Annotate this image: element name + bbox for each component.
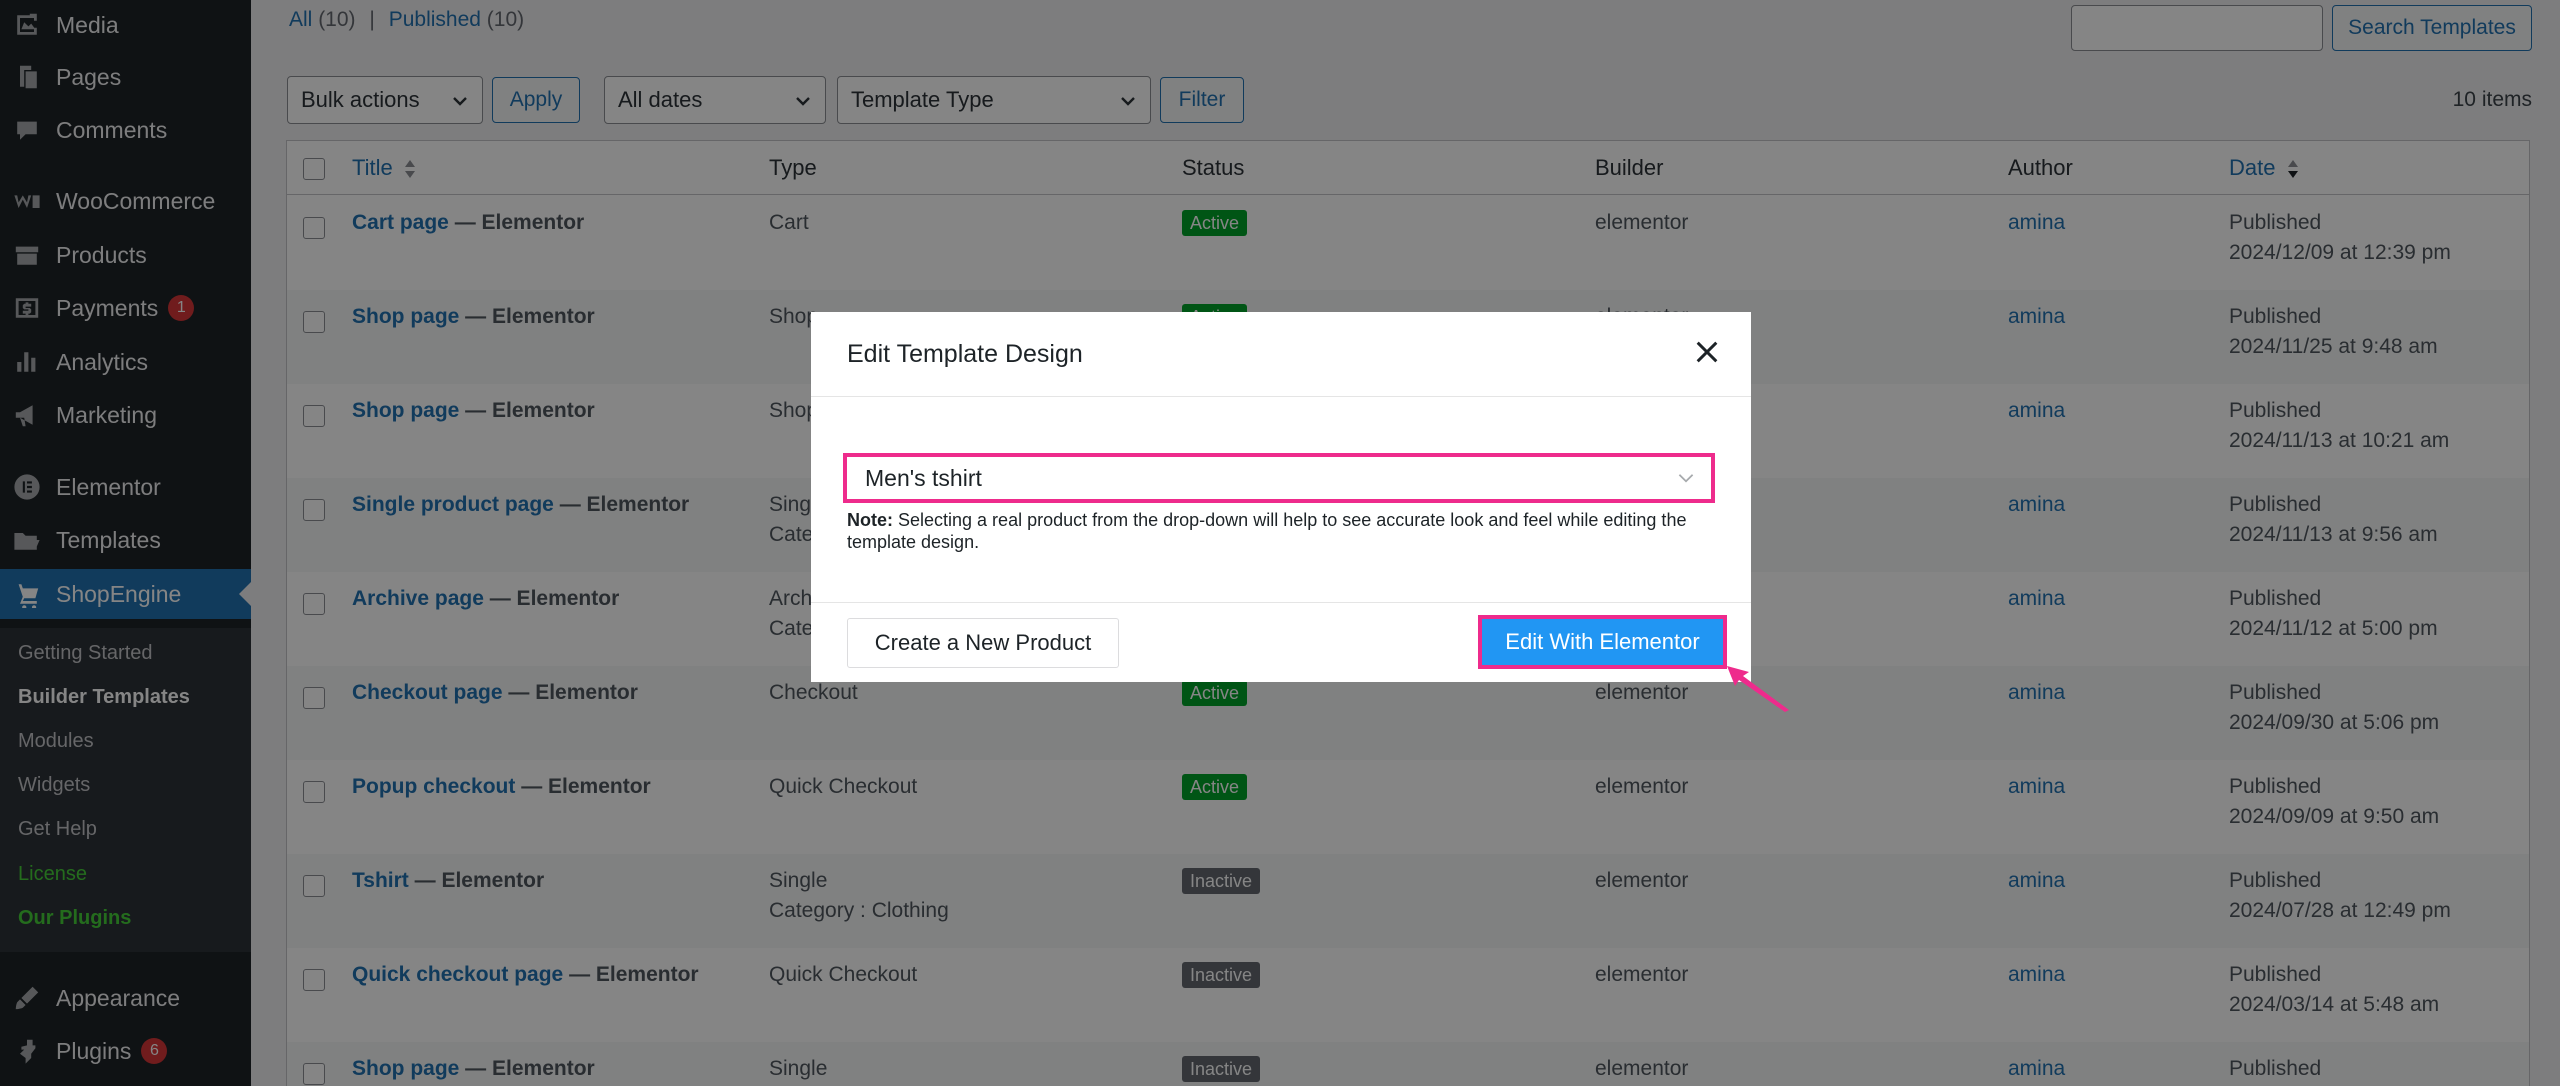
product-select[interactable]: Men's tshirt (843, 453, 1715, 503)
note-label: Note: (847, 510, 893, 530)
edit-with-elementor-button[interactable]: Edit With Elementor (1482, 619, 1723, 665)
close-icon[interactable] (1691, 336, 1723, 368)
note-text: Selecting a real product from the drop-d… (847, 510, 1687, 552)
create-new-product-button[interactable]: Create a New Product (847, 618, 1119, 668)
modal-footer-divider (811, 602, 1751, 603)
chevron-down-icon (1678, 474, 1694, 483)
modal-title: Edit Template Design (847, 340, 1083, 368)
edit-with-elementor-highlight: Edit With Elementor (1478, 615, 1727, 669)
modal-header-divider (811, 396, 1751, 397)
product-select-value: Men's tshirt (865, 464, 982, 491)
modal-note: Note: Selecting a real product from the … (847, 509, 1727, 553)
pointer-arrow-icon (1727, 666, 1789, 712)
edit-template-modal: Edit Template Design Men's tshirt Note: … (811, 312, 1751, 682)
